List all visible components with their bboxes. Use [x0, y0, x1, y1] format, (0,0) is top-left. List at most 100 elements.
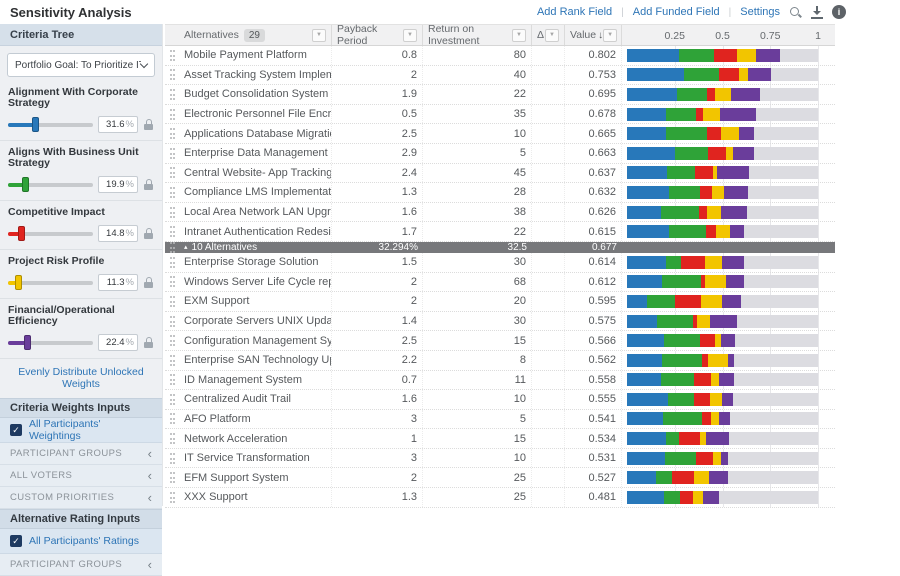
- table-row[interactable]: Compliance LMS Implementation 1.3 28 0.6…: [165, 183, 835, 203]
- table-row[interactable]: EFM Support System 2 25 0.527: [165, 468, 835, 488]
- row-drag-handle[interactable]: [165, 203, 179, 222]
- all-participants-weightings-row[interactable]: ✓ All Participants' Weightings: [0, 418, 162, 443]
- row-drag-handle[interactable]: [165, 468, 179, 487]
- row-drag-handle[interactable]: [165, 66, 179, 85]
- row-drag-handle[interactable]: [165, 253, 179, 272]
- table-row[interactable]: Network Acceleration 1 15 0.534: [165, 429, 835, 449]
- lock-icon[interactable]: [143, 227, 154, 241]
- checkbox-checked-icon[interactable]: ✓: [10, 424, 22, 436]
- delta-filter-icon[interactable]: ▼: [545, 29, 559, 42]
- criterion-weight-input[interactable]: 31.6 %: [98, 116, 138, 133]
- row-drag-handle[interactable]: [165, 331, 179, 350]
- table-row[interactable]: ▴10 Alternatives 32.294% 32.5 0.677: [165, 242, 835, 253]
- row-drag-handle[interactable]: [165, 273, 179, 292]
- participant-group-row[interactable]: PARTICIPANT GROUPS ‹: [0, 443, 162, 465]
- table-row[interactable]: Enterprise Data Management 2.9 5 0.663: [165, 144, 835, 164]
- search-icon[interactable]: [789, 6, 802, 19]
- table-row[interactable]: Asset Tracking System Implementation 2 4…: [165, 66, 835, 86]
- row-drag-handle[interactable]: [165, 222, 179, 241]
- table-row[interactable]: Local Area Network LAN Upgrade 1.6 38 0.…: [165, 203, 835, 223]
- collapse-triangle-icon[interactable]: ▴: [184, 243, 188, 251]
- table-row[interactable]: Budget Consolidation System 1.9 22 0.695: [165, 85, 835, 105]
- row-drag-handle[interactable]: [165, 371, 179, 390]
- row-drag-handle[interactable]: [165, 410, 179, 429]
- table-row[interactable]: Enterprise Storage Solution 1.5 30 0.614: [165, 253, 835, 273]
- row-drag-handle[interactable]: [165, 429, 179, 448]
- criterion-weight-input[interactable]: 14.8 %: [98, 225, 138, 242]
- slider-handle[interactable]: [18, 226, 25, 241]
- table-row[interactable]: Corporate Servers UNIX Update 1.4 30 0.5…: [165, 312, 835, 332]
- table-row[interactable]: Intranet Authentication Redesign 1.7 22 …: [165, 222, 835, 242]
- row-drag-handle[interactable]: [165, 292, 179, 311]
- criterion-weight-slider[interactable]: [8, 226, 93, 241]
- row-drag-handle[interactable]: [165, 312, 179, 331]
- checkbox-checked-icon[interactable]: ✓: [10, 535, 22, 547]
- table-row[interactable]: Configuration Management System 2.5 15 0…: [165, 331, 835, 351]
- participant-group-row[interactable]: ALL VOTERS ‹: [0, 465, 162, 487]
- row-drag-handle[interactable]: [165, 449, 179, 468]
- criterion-weight-input[interactable]: 11.3 %: [98, 274, 138, 291]
- row-drag-handle[interactable]: [165, 488, 179, 507]
- table-row[interactable]: Central Website- App Tracking 2.4 45 0.6…: [165, 164, 835, 184]
- row-drag-handle[interactable]: [165, 164, 179, 183]
- evenly-distribute-link[interactable]: Evenly Distribute Unlocked Weights: [0, 359, 162, 398]
- download-icon[interactable]: [811, 6, 823, 19]
- payback-filter-icon[interactable]: ▼: [403, 29, 417, 42]
- all-participants-ratings-row[interactable]: ✓ All Participants' Ratings: [0, 529, 162, 554]
- table-row[interactable]: Applications Database Migration 2.5 10 0…: [165, 124, 835, 144]
- table-row[interactable]: Enterprise SAN Technology Upgrade 2.2 8 …: [165, 351, 835, 371]
- slider-handle[interactable]: [24, 335, 31, 350]
- criterion-weight-slider[interactable]: [8, 177, 93, 192]
- lock-icon[interactable]: [143, 276, 154, 290]
- row-delta: [532, 292, 565, 311]
- row-drag-handle[interactable]: [165, 105, 179, 124]
- info-icon[interactable]: i: [832, 5, 846, 19]
- portfolio-goal-dropdown[interactable]: Portfolio Goal: To Prioritize IT Progr..…: [7, 53, 155, 77]
- table-row[interactable]: AFO Platform 3 5 0.541: [165, 410, 835, 430]
- lock-icon[interactable]: [143, 178, 154, 192]
- slider-handle[interactable]: [32, 117, 39, 132]
- lock-icon[interactable]: [143, 118, 154, 132]
- criterion-weight-input[interactable]: 22.4 %: [98, 334, 138, 351]
- row-drag-handle[interactable]: [165, 85, 179, 104]
- row-name: IT Service Transformation: [179, 449, 332, 468]
- value-filter-icon[interactable]: ▼: [603, 29, 617, 42]
- criterion-weight-slider[interactable]: [8, 335, 93, 350]
- slider-handle[interactable]: [22, 177, 29, 192]
- table-row[interactable]: Centralized Audit Trail 1.6 10 0.555: [165, 390, 835, 410]
- alternatives-filter-icon[interactable]: ▼: [312, 29, 326, 42]
- table-row[interactable]: Electronic Personnel File Encrypted Ba..…: [165, 105, 835, 125]
- row-drag-handle[interactable]: [165, 242, 179, 253]
- criterion-weight-slider[interactable]: [8, 275, 93, 290]
- value-column-header[interactable]: Value ↓ ▼: [565, 25, 622, 45]
- row-drag-handle[interactable]: [165, 390, 179, 409]
- table-row[interactable]: IT Service Transformation 3 10 0.531: [165, 449, 835, 469]
- slider-handle[interactable]: [15, 275, 22, 290]
- roi-filter-icon[interactable]: ▼: [512, 29, 526, 42]
- slider-fill: [8, 123, 35, 127]
- bar-segment-alignment-corporate-strategy: [627, 354, 662, 367]
- criterion-weight-input[interactable]: 19.9 %: [98, 176, 138, 193]
- table-row[interactable]: EXM Support 2 20 0.595: [165, 292, 835, 312]
- bar-segment-financial-operational-efficiency: [728, 354, 734, 367]
- table-row[interactable]: XXX Support 1.3 25 0.481: [165, 488, 835, 508]
- participant-group-row[interactable]: PARTICIPANT GROUPS ‹: [0, 554, 162, 576]
- row-drag-handle[interactable]: [165, 46, 179, 65]
- criterion-weight-slider[interactable]: [8, 117, 93, 132]
- row-value: 0.632: [565, 183, 622, 202]
- add-rank-field-link[interactable]: Add Rank Field: [537, 6, 612, 18]
- add-funded-field-link[interactable]: Add Funded Field: [633, 6, 720, 18]
- row-value: 0.541: [565, 410, 622, 429]
- row-drag-handle[interactable]: [165, 124, 179, 143]
- row-drag-handle[interactable]: [165, 351, 179, 370]
- table-row[interactable]: Windows Server Life Cycle replacement 2 …: [165, 273, 835, 293]
- row-name: Mobile Payment Platform: [179, 46, 332, 65]
- bar-segment-financial-operational-efficiency: [724, 186, 748, 199]
- row-drag-handle[interactable]: [165, 183, 179, 202]
- row-drag-handle[interactable]: [165, 144, 179, 163]
- table-row[interactable]: ID Management System 0.7 11 0.558: [165, 371, 835, 391]
- lock-icon[interactable]: [143, 336, 154, 350]
- row-payback: 1: [332, 429, 423, 448]
- settings-link[interactable]: Settings: [740, 6, 780, 18]
- table-row[interactable]: Mobile Payment Platform 0.8 80 0.802: [165, 46, 835, 66]
